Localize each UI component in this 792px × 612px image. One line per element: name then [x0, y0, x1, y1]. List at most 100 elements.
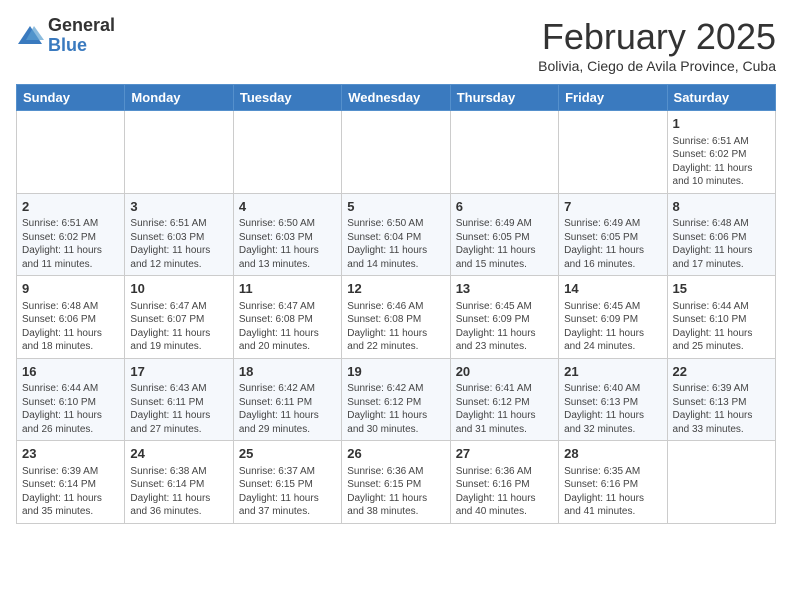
- day-number: 19: [347, 363, 444, 381]
- calendar-week-row: 9 Sunrise: 6:48 AM Sunset: 6:06 PM Daylig…: [17, 276, 776, 359]
- day-info: Sunrise: 6:40 AM Sunset: 6:13 PM Dayligh…: [564, 382, 661, 436]
- weekday-header-monday: Monday: [125, 85, 233, 111]
- calendar-cell: 12 Sunrise: 6:46 AM Sunset: 6:08 PM Dayli…: [342, 276, 450, 359]
- day-info: Sunrise: 6:41 AM Sunset: 6:12 PM Dayligh…: [456, 382, 553, 436]
- calendar-cell: [125, 111, 233, 194]
- calendar-cell: 17Sunrise: 6:43 AM Sunset: 6:11 PM Dayli…: [125, 358, 233, 441]
- calendar-week-row: 1 Sunrise: 6:51 AM Sunset: 6:02 PM Daylig…: [17, 111, 776, 194]
- calendar-cell: 11 Sunrise: 6:47 AM Sunset: 6:08 PM Dayli…: [233, 276, 341, 359]
- calendar-cell: 19Sunrise: 6:42 AM Sunset: 6:12 PM Dayli…: [342, 358, 450, 441]
- calendar-cell: 9 Sunrise: 6:48 AM Sunset: 6:06 PM Daylig…: [17, 276, 125, 359]
- day-number: 5: [347, 198, 444, 216]
- location-subtitle: Bolivia, Ciego de Avila Province, Cuba: [538, 58, 776, 74]
- day-number: 7: [564, 198, 661, 216]
- calendar-cell: [17, 111, 125, 194]
- day-info: Sunrise: 6:49 AM Sunset: 6:05 PM Dayligh…: [456, 217, 553, 271]
- logo-icon: [16, 22, 44, 50]
- day-info: Sunrise: 6:36 AM Sunset: 6:16 PM Dayligh…: [456, 465, 553, 519]
- day-info: Sunrise: 6:45 AM Sunset: 6:09 PM Dayligh…: [564, 300, 661, 354]
- day-number: 13: [456, 280, 553, 298]
- calendar-cell: 6Sunrise: 6:49 AM Sunset: 6:05 PM Daylig…: [450, 193, 558, 276]
- calendar-cell: 24 Sunrise: 6:38 AM Sunset: 6:14 PM Dayli…: [125, 441, 233, 524]
- calendar-week-row: 23 Sunrise: 6:39 AM Sunset: 6:14 PM Dayli…: [17, 441, 776, 524]
- calendar-week-row: 2Sunrise: 6:51 AM Sunset: 6:02 PM Daylig…: [17, 193, 776, 276]
- day-info: Sunrise: 6:42 AM Sunset: 6:11 PM Dayligh…: [239, 382, 336, 436]
- calendar-cell: 16Sunrise: 6:44 AM Sunset: 6:10 PM Dayli…: [17, 358, 125, 441]
- calendar-cell: 25 Sunrise: 6:37 AM Sunset: 6:15 PM Dayli…: [233, 441, 341, 524]
- day-info: Sunrise: 6:38 AM Sunset: 6:14 PM Dayligh…: [130, 465, 227, 519]
- title-block: February 2025 Bolivia, Ciego de Avila Pr…: [538, 16, 776, 74]
- weekday-header-row: SundayMondayTuesdayWednesdayThursdayFrid…: [17, 85, 776, 111]
- day-number: 21: [564, 363, 661, 381]
- day-info: Sunrise: 6:37 AM Sunset: 6:15 PM Dayligh…: [239, 465, 336, 519]
- calendar-cell: 5Sunrise: 6:50 AM Sunset: 6:04 PM Daylig…: [342, 193, 450, 276]
- day-number: 20: [456, 363, 553, 381]
- logo-general-text: General: [48, 16, 115, 36]
- calendar-cell: 21Sunrise: 6:40 AM Sunset: 6:13 PM Dayli…: [559, 358, 667, 441]
- day-number: 26: [347, 445, 444, 463]
- calendar-cell: [233, 111, 341, 194]
- day-info: Sunrise: 6:43 AM Sunset: 6:11 PM Dayligh…: [130, 382, 227, 436]
- day-number: 10: [130, 280, 227, 298]
- weekday-header-sunday: Sunday: [17, 85, 125, 111]
- day-number: 27: [456, 445, 553, 463]
- logo-blue-text: Blue: [48, 36, 115, 56]
- day-number: 3: [130, 198, 227, 216]
- calendar-cell: 1 Sunrise: 6:51 AM Sunset: 6:02 PM Daylig…: [667, 111, 775, 194]
- page-header: General Blue February 2025 Bolivia, Cieg…: [16, 16, 776, 74]
- day-number: 15: [673, 280, 770, 298]
- calendar-cell: [342, 111, 450, 194]
- calendar-cell: 2Sunrise: 6:51 AM Sunset: 6:02 PM Daylig…: [17, 193, 125, 276]
- weekday-header-friday: Friday: [559, 85, 667, 111]
- calendar-week-row: 16Sunrise: 6:44 AM Sunset: 6:10 PM Dayli…: [17, 358, 776, 441]
- day-number: 8: [673, 198, 770, 216]
- calendar-cell: 10 Sunrise: 6:47 AM Sunset: 6:07 PM Dayli…: [125, 276, 233, 359]
- calendar-table: SundayMondayTuesdayWednesdayThursdayFrid…: [16, 84, 776, 524]
- day-info: Sunrise: 6:51 AM Sunset: 6:02 PM Dayligh…: [673, 135, 770, 189]
- day-number: 24: [130, 445, 227, 463]
- day-number: 4: [239, 198, 336, 216]
- day-number: 1: [673, 115, 770, 133]
- calendar-cell: 28 Sunrise: 6:35 AM Sunset: 6:16 PM Dayli…: [559, 441, 667, 524]
- day-number: 18: [239, 363, 336, 381]
- day-info: Sunrise: 6:48 AM Sunset: 6:06 PM Dayligh…: [22, 300, 119, 354]
- day-number: 11: [239, 280, 336, 298]
- day-number: 22: [673, 363, 770, 381]
- calendar-cell: 15 Sunrise: 6:44 AM Sunset: 6:10 PM Dayli…: [667, 276, 775, 359]
- calendar-cell: 13Sunrise: 6:45 AM Sunset: 6:09 PM Dayli…: [450, 276, 558, 359]
- day-info: Sunrise: 6:46 AM Sunset: 6:08 PM Dayligh…: [347, 300, 444, 354]
- day-number: 6: [456, 198, 553, 216]
- day-info: Sunrise: 6:51 AM Sunset: 6:03 PM Dayligh…: [130, 217, 227, 271]
- day-info: Sunrise: 6:50 AM Sunset: 6:04 PM Dayligh…: [347, 217, 444, 271]
- weekday-header-saturday: Saturday: [667, 85, 775, 111]
- day-info: Sunrise: 6:44 AM Sunset: 6:10 PM Dayligh…: [22, 382, 119, 436]
- calendar-cell: [667, 441, 775, 524]
- month-year-title: February 2025: [538, 16, 776, 58]
- logo: General Blue: [16, 16, 115, 56]
- day-info: Sunrise: 6:47 AM Sunset: 6:07 PM Dayligh…: [130, 300, 227, 354]
- calendar-cell: 14 Sunrise: 6:45 AM Sunset: 6:09 PM Dayli…: [559, 276, 667, 359]
- calendar-cell: 4Sunrise: 6:50 AM Sunset: 6:03 PM Daylig…: [233, 193, 341, 276]
- day-number: 23: [22, 445, 119, 463]
- calendar-cell: 23 Sunrise: 6:39 AM Sunset: 6:14 PM Dayli…: [17, 441, 125, 524]
- day-number: 12: [347, 280, 444, 298]
- day-number: 9: [22, 280, 119, 298]
- day-number: 14: [564, 280, 661, 298]
- day-number: 17: [130, 363, 227, 381]
- day-number: 28: [564, 445, 661, 463]
- day-info: Sunrise: 6:48 AM Sunset: 6:06 PM Dayligh…: [673, 217, 770, 271]
- calendar-cell: [559, 111, 667, 194]
- calendar-cell: 18Sunrise: 6:42 AM Sunset: 6:11 PM Dayli…: [233, 358, 341, 441]
- day-info: Sunrise: 6:35 AM Sunset: 6:16 PM Dayligh…: [564, 465, 661, 519]
- day-info: Sunrise: 6:39 AM Sunset: 6:14 PM Dayligh…: [22, 465, 119, 519]
- day-info: Sunrise: 6:44 AM Sunset: 6:10 PM Dayligh…: [673, 300, 770, 354]
- day-number: 2: [22, 198, 119, 216]
- day-number: 16: [22, 363, 119, 381]
- calendar-cell: 20Sunrise: 6:41 AM Sunset: 6:12 PM Dayli…: [450, 358, 558, 441]
- calendar-cell: 3Sunrise: 6:51 AM Sunset: 6:03 PM Daylig…: [125, 193, 233, 276]
- day-number: 25: [239, 445, 336, 463]
- calendar-cell: 27 Sunrise: 6:36 AM Sunset: 6:16 PM Dayli…: [450, 441, 558, 524]
- calendar-cell: 7Sunrise: 6:49 AM Sunset: 6:05 PM Daylig…: [559, 193, 667, 276]
- weekday-header-thursday: Thursday: [450, 85, 558, 111]
- day-info: Sunrise: 6:47 AM Sunset: 6:08 PM Dayligh…: [239, 300, 336, 354]
